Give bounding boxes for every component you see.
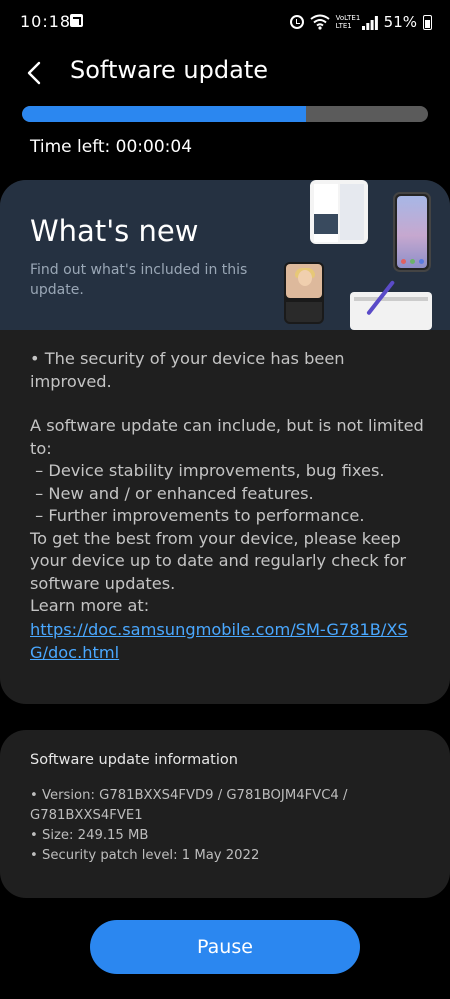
whats-new-body: • The security of your device has been i…	[30, 348, 425, 664]
status-time: 10:18	[20, 12, 72, 31]
info-security-patch: • Security patch level: 1 May 2022	[30, 848, 260, 863]
update-advice: To get the best from your device, please…	[30, 528, 407, 593]
status-bar: 10:18 VoLTE1 LTE1 51%	[0, 0, 450, 46]
time-left-label: Time left: 00:00:04	[30, 137, 193, 157]
app-bar: Software update	[0, 48, 450, 98]
battery-icon	[423, 14, 432, 30]
pause-button[interactable]: Pause	[90, 920, 360, 974]
info-title: Software update information	[30, 752, 238, 768]
update-intro: A software update can include, but is no…	[30, 416, 424, 458]
phone-illustration	[310, 180, 368, 244]
page-title: Software update	[70, 56, 268, 84]
status-icons: VoLTE1 LTE1 51%	[289, 11, 432, 33]
battery-percentage: 51%	[383, 13, 417, 31]
wifi-icon	[310, 14, 330, 30]
tablet-illustration	[393, 192, 431, 272]
volte-indicator: VoLTE1 LTE1	[335, 14, 361, 30]
update-item: – Further improvements to performance.	[30, 506, 365, 525]
share-icon	[70, 14, 83, 27]
whats-new-subtitle: Find out what's included in this update.	[30, 262, 248, 298]
flip-phone-illustration	[284, 262, 324, 324]
security-note: • The security of your device has been i…	[30, 349, 345, 391]
update-item: – Device stability improvements, bug fix…	[30, 461, 385, 480]
whats-new-title: What's new	[30, 214, 199, 248]
alarm-icon	[289, 15, 304, 29]
download-progress-bar	[22, 106, 428, 122]
learn-more-label: Learn more at:	[30, 596, 150, 615]
learn-more-link[interactable]: https://doc.samsungmobile.com/SM-G781B/X…	[30, 618, 425, 664]
info-list: • Version: G781BXXS4FVD9 / G781BOJM4FVC4…	[30, 786, 420, 866]
back-arrow-icon[interactable]	[22, 60, 48, 86]
whats-new-card: What's new Find out what's included in t…	[0, 180, 450, 704]
whats-new-header: What's new Find out what's included in t…	[0, 180, 450, 330]
software-update-screen: 10:18 VoLTE1 LTE1 51% Software update Ti…	[0, 0, 450, 999]
signal-icon	[361, 15, 378, 30]
software-update-info-card: Software update information • Version: G…	[0, 730, 450, 898]
info-version: • Version: G781BXXS4FVD9 / G781BOJM4FVC4…	[30, 788, 348, 823]
info-size: • Size: 249.15 MB	[30, 828, 149, 843]
laptop-illustration	[350, 292, 432, 330]
progress-fill	[22, 106, 307, 122]
update-item: – New and / or enhanced features.	[30, 483, 314, 503]
